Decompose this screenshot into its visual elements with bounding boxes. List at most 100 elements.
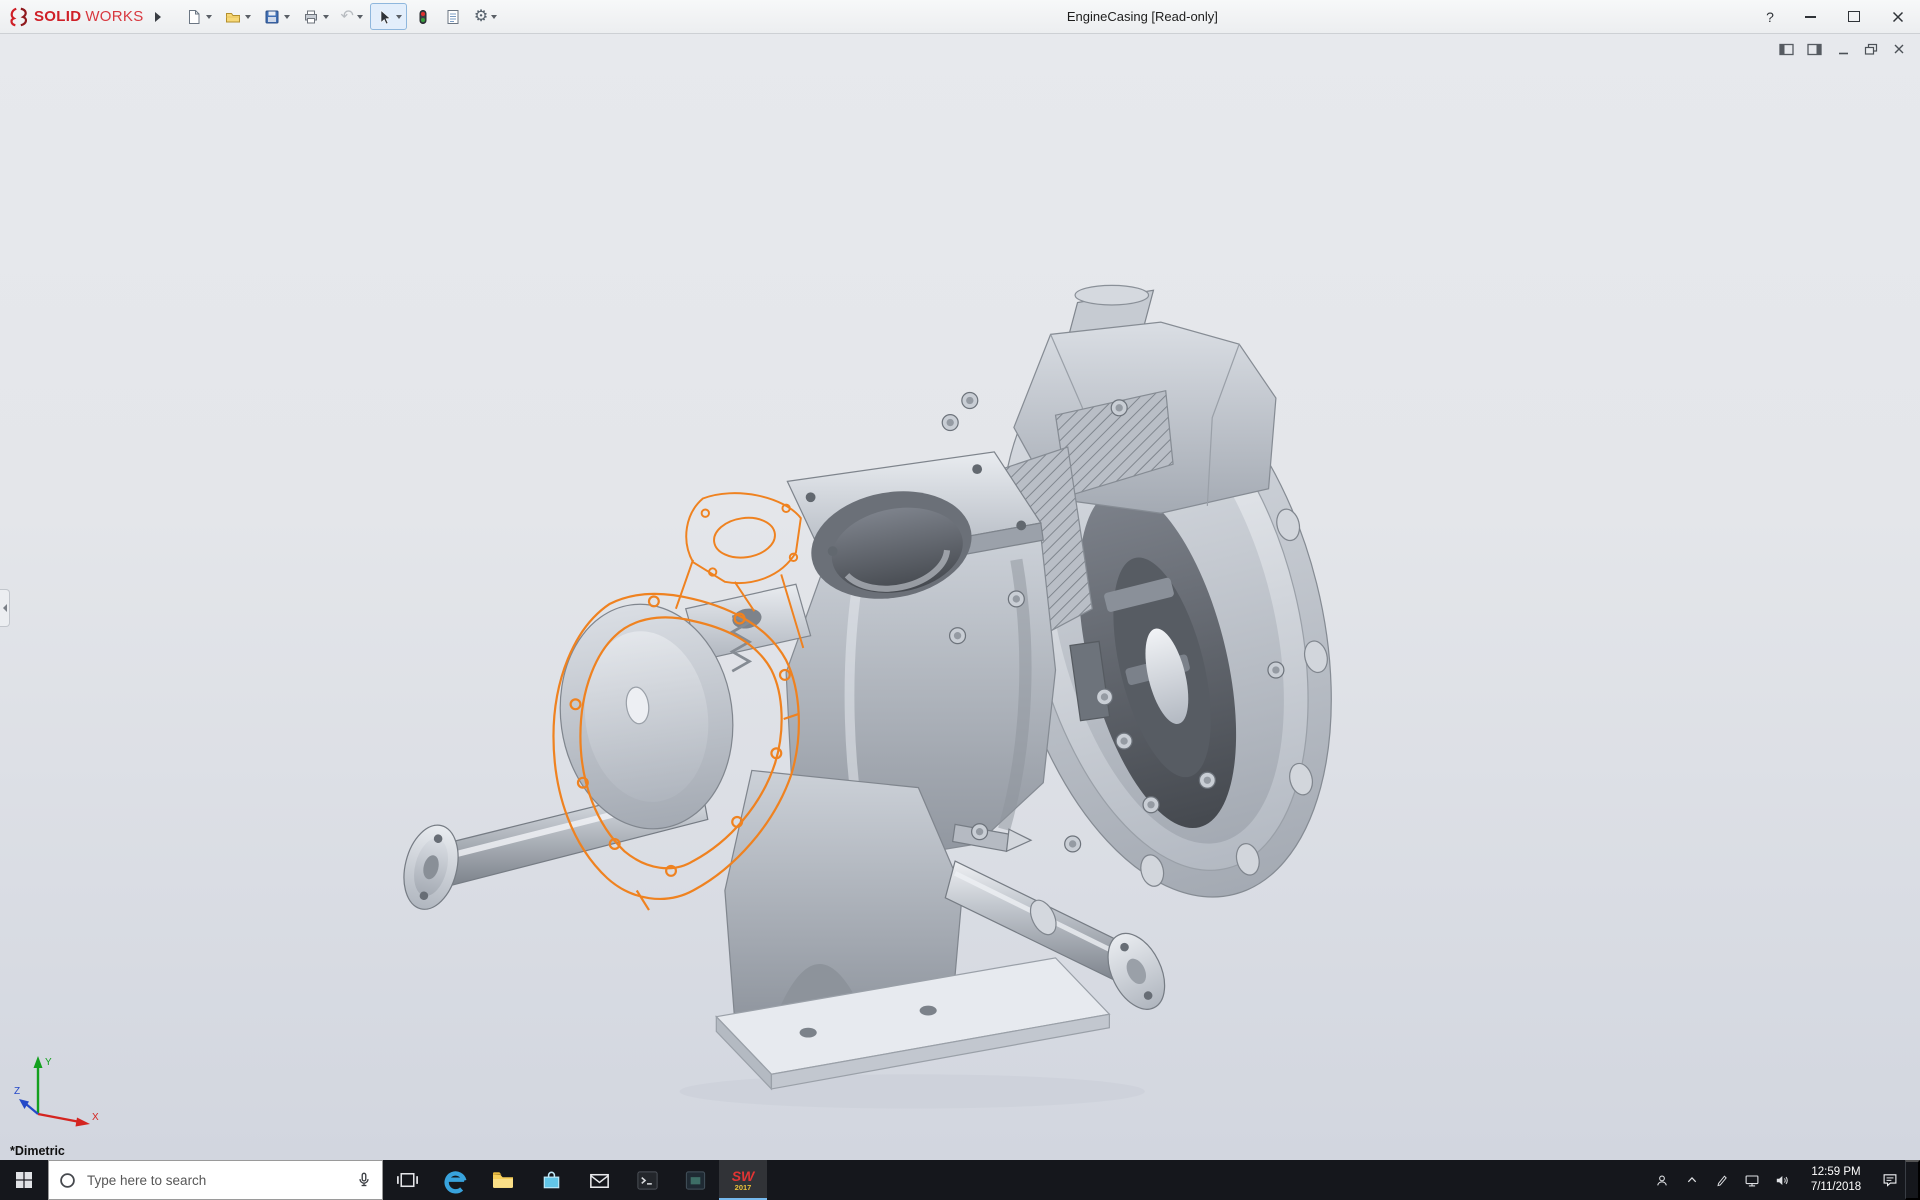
undo-button[interactable]: ↶: [336, 3, 368, 30]
select-button[interactable]: [370, 3, 407, 30]
pen-icon: [1713, 1171, 1731, 1189]
maximize-icon: [1848, 11, 1860, 22]
task-view-button[interactable]: [383, 1160, 431, 1200]
engine-model[interactable]: [396, 285, 1385, 1108]
chevron-down-icon: [491, 15, 497, 19]
microphone-icon[interactable]: [356, 1171, 372, 1189]
minimize-button[interactable]: [1788, 0, 1832, 33]
document-title: EngineCasing [Read-only]: [1067, 0, 1218, 33]
clock-date: 7/11/2018: [1811, 1180, 1861, 1195]
solidworks-logo-mark: [8, 6, 30, 28]
x-axis-arrow: [76, 1118, 91, 1127]
dock-pane-right-icon: [1807, 43, 1823, 56]
system-tray: 12:59 PM 7/11/2018: [1647, 1160, 1920, 1200]
document-window-controls: [1778, 41, 1908, 57]
hidden-icons-button[interactable]: [1677, 1160, 1707, 1200]
minimize-icon: [1805, 16, 1816, 18]
left-shaft-flange[interactable]: [396, 819, 467, 915]
titlebar: SOLIDWORKS: [0, 0, 1920, 34]
windows-taskbar: SW 2017: [0, 1160, 1920, 1200]
solidworks-icon-year: 2017: [735, 1184, 752, 1192]
solidworks-taskbar-button[interactable]: SW 2017: [719, 1160, 767, 1200]
model-canvas[interactable]: [0, 33, 1920, 1160]
volume-button[interactable]: [1767, 1160, 1797, 1200]
file-properties-icon: [444, 8, 462, 26]
z-axis-label: Z: [14, 1086, 20, 1097]
file-properties-button[interactable]: [439, 3, 467, 30]
console-button[interactable]: [623, 1160, 671, 1200]
taskbar-search[interactable]: [48, 1160, 383, 1200]
taskbar-clock[interactable]: 12:59 PM 7/11/2018: [1797, 1160, 1875, 1200]
window-controls: ?: [1752, 0, 1920, 33]
dock-pane-right-button[interactable]: [1806, 41, 1824, 57]
print-button[interactable]: [297, 3, 334, 30]
x-axis-label: X: [92, 1112, 99, 1123]
start-button[interactable]: [0, 1160, 48, 1200]
rebuild-button[interactable]: [409, 3, 437, 30]
action-center-icon: [1881, 1170, 1899, 1190]
people-button[interactable]: [1647, 1160, 1677, 1200]
save-button[interactable]: [258, 3, 295, 30]
brand-text-solid: SOLID: [34, 8, 81, 25]
chevron-down-icon: [323, 15, 329, 19]
maximize-button[interactable]: [1832, 0, 1876, 33]
view-orientation-label: *Dimetric: [10, 1144, 65, 1158]
network-icon: [1743, 1171, 1761, 1190]
doc-close-button[interactable]: [1890, 41, 1908, 57]
menu-expand-arrow[interactable]: [148, 4, 168, 30]
y-axis-label: Y: [45, 1057, 52, 1068]
windows-ink-button[interactable]: [1707, 1160, 1737, 1200]
mail-icon: [587, 1168, 612, 1193]
console-icon: [635, 1168, 660, 1193]
file-explorer-icon: [490, 1167, 516, 1193]
cortana-icon: [59, 1172, 76, 1189]
clock-time: 12:59 PM: [1811, 1165, 1860, 1180]
rebuild-stoplight-icon: [414, 8, 432, 26]
edge-icon: [442, 1167, 469, 1194]
search-input[interactable]: [85, 1172, 347, 1189]
chevron-down-icon: [396, 15, 402, 19]
doc-minimize-button[interactable]: [1834, 41, 1852, 57]
windows-logo-icon: [15, 1171, 33, 1189]
network-button[interactable]: [1737, 1160, 1767, 1200]
show-desktop-button[interactable]: [1905, 1160, 1920, 1200]
gear-icon: ⚙: [474, 9, 488, 25]
doc-minimize-icon: [1837, 43, 1850, 56]
orientation-triad[interactable]: Y X Z: [12, 1042, 104, 1134]
brand-text-works: WORKS: [85, 8, 143, 25]
dark-app-button[interactable]: [671, 1160, 719, 1200]
dark-app-icon: [683, 1168, 708, 1193]
new-document-button[interactable]: [180, 3, 217, 30]
model-shadow: [680, 1074, 1145, 1108]
options-button[interactable]: ⚙: [469, 3, 502, 30]
solidworks-window: SOLIDWORKS: [0, 0, 1920, 1200]
volume-icon: [1773, 1171, 1791, 1190]
save-icon: [263, 8, 281, 26]
print-icon: [302, 8, 320, 26]
people-icon: [1653, 1170, 1671, 1191]
new-document-icon: [185, 8, 203, 26]
mail-button[interactable]: [575, 1160, 623, 1200]
close-icon: [1892, 11, 1904, 23]
open-button[interactable]: [219, 3, 256, 30]
file-explorer-button[interactable]: [479, 1160, 527, 1200]
chevron-down-icon: [357, 15, 363, 19]
triangle-right-icon: [155, 12, 161, 22]
close-button[interactable]: [1876, 0, 1920, 33]
help-button[interactable]: ?: [1752, 0, 1788, 33]
viewport-3d[interactable]: Y X Z *Dimetric: [0, 33, 1920, 1160]
chevron-down-icon: [284, 15, 290, 19]
select-cursor-icon: [375, 8, 393, 26]
solidworks-icon-text: SW: [732, 1169, 755, 1183]
solidworks-icon: SW 2017: [732, 1169, 755, 1192]
doc-restore-button[interactable]: [1862, 41, 1880, 57]
edge-button[interactable]: [431, 1160, 479, 1200]
undo-icon: ↶: [341, 9, 354, 25]
action-center-button[interactable]: [1875, 1160, 1905, 1200]
store-button[interactable]: [527, 1160, 575, 1200]
standard-toolbar: ↶: [180, 3, 503, 30]
y-axis-arrow: [34, 1056, 43, 1068]
store-icon: [539, 1168, 564, 1193]
z-axis-arrow: [19, 1099, 29, 1109]
dock-pane-left-button[interactable]: [1778, 41, 1796, 57]
